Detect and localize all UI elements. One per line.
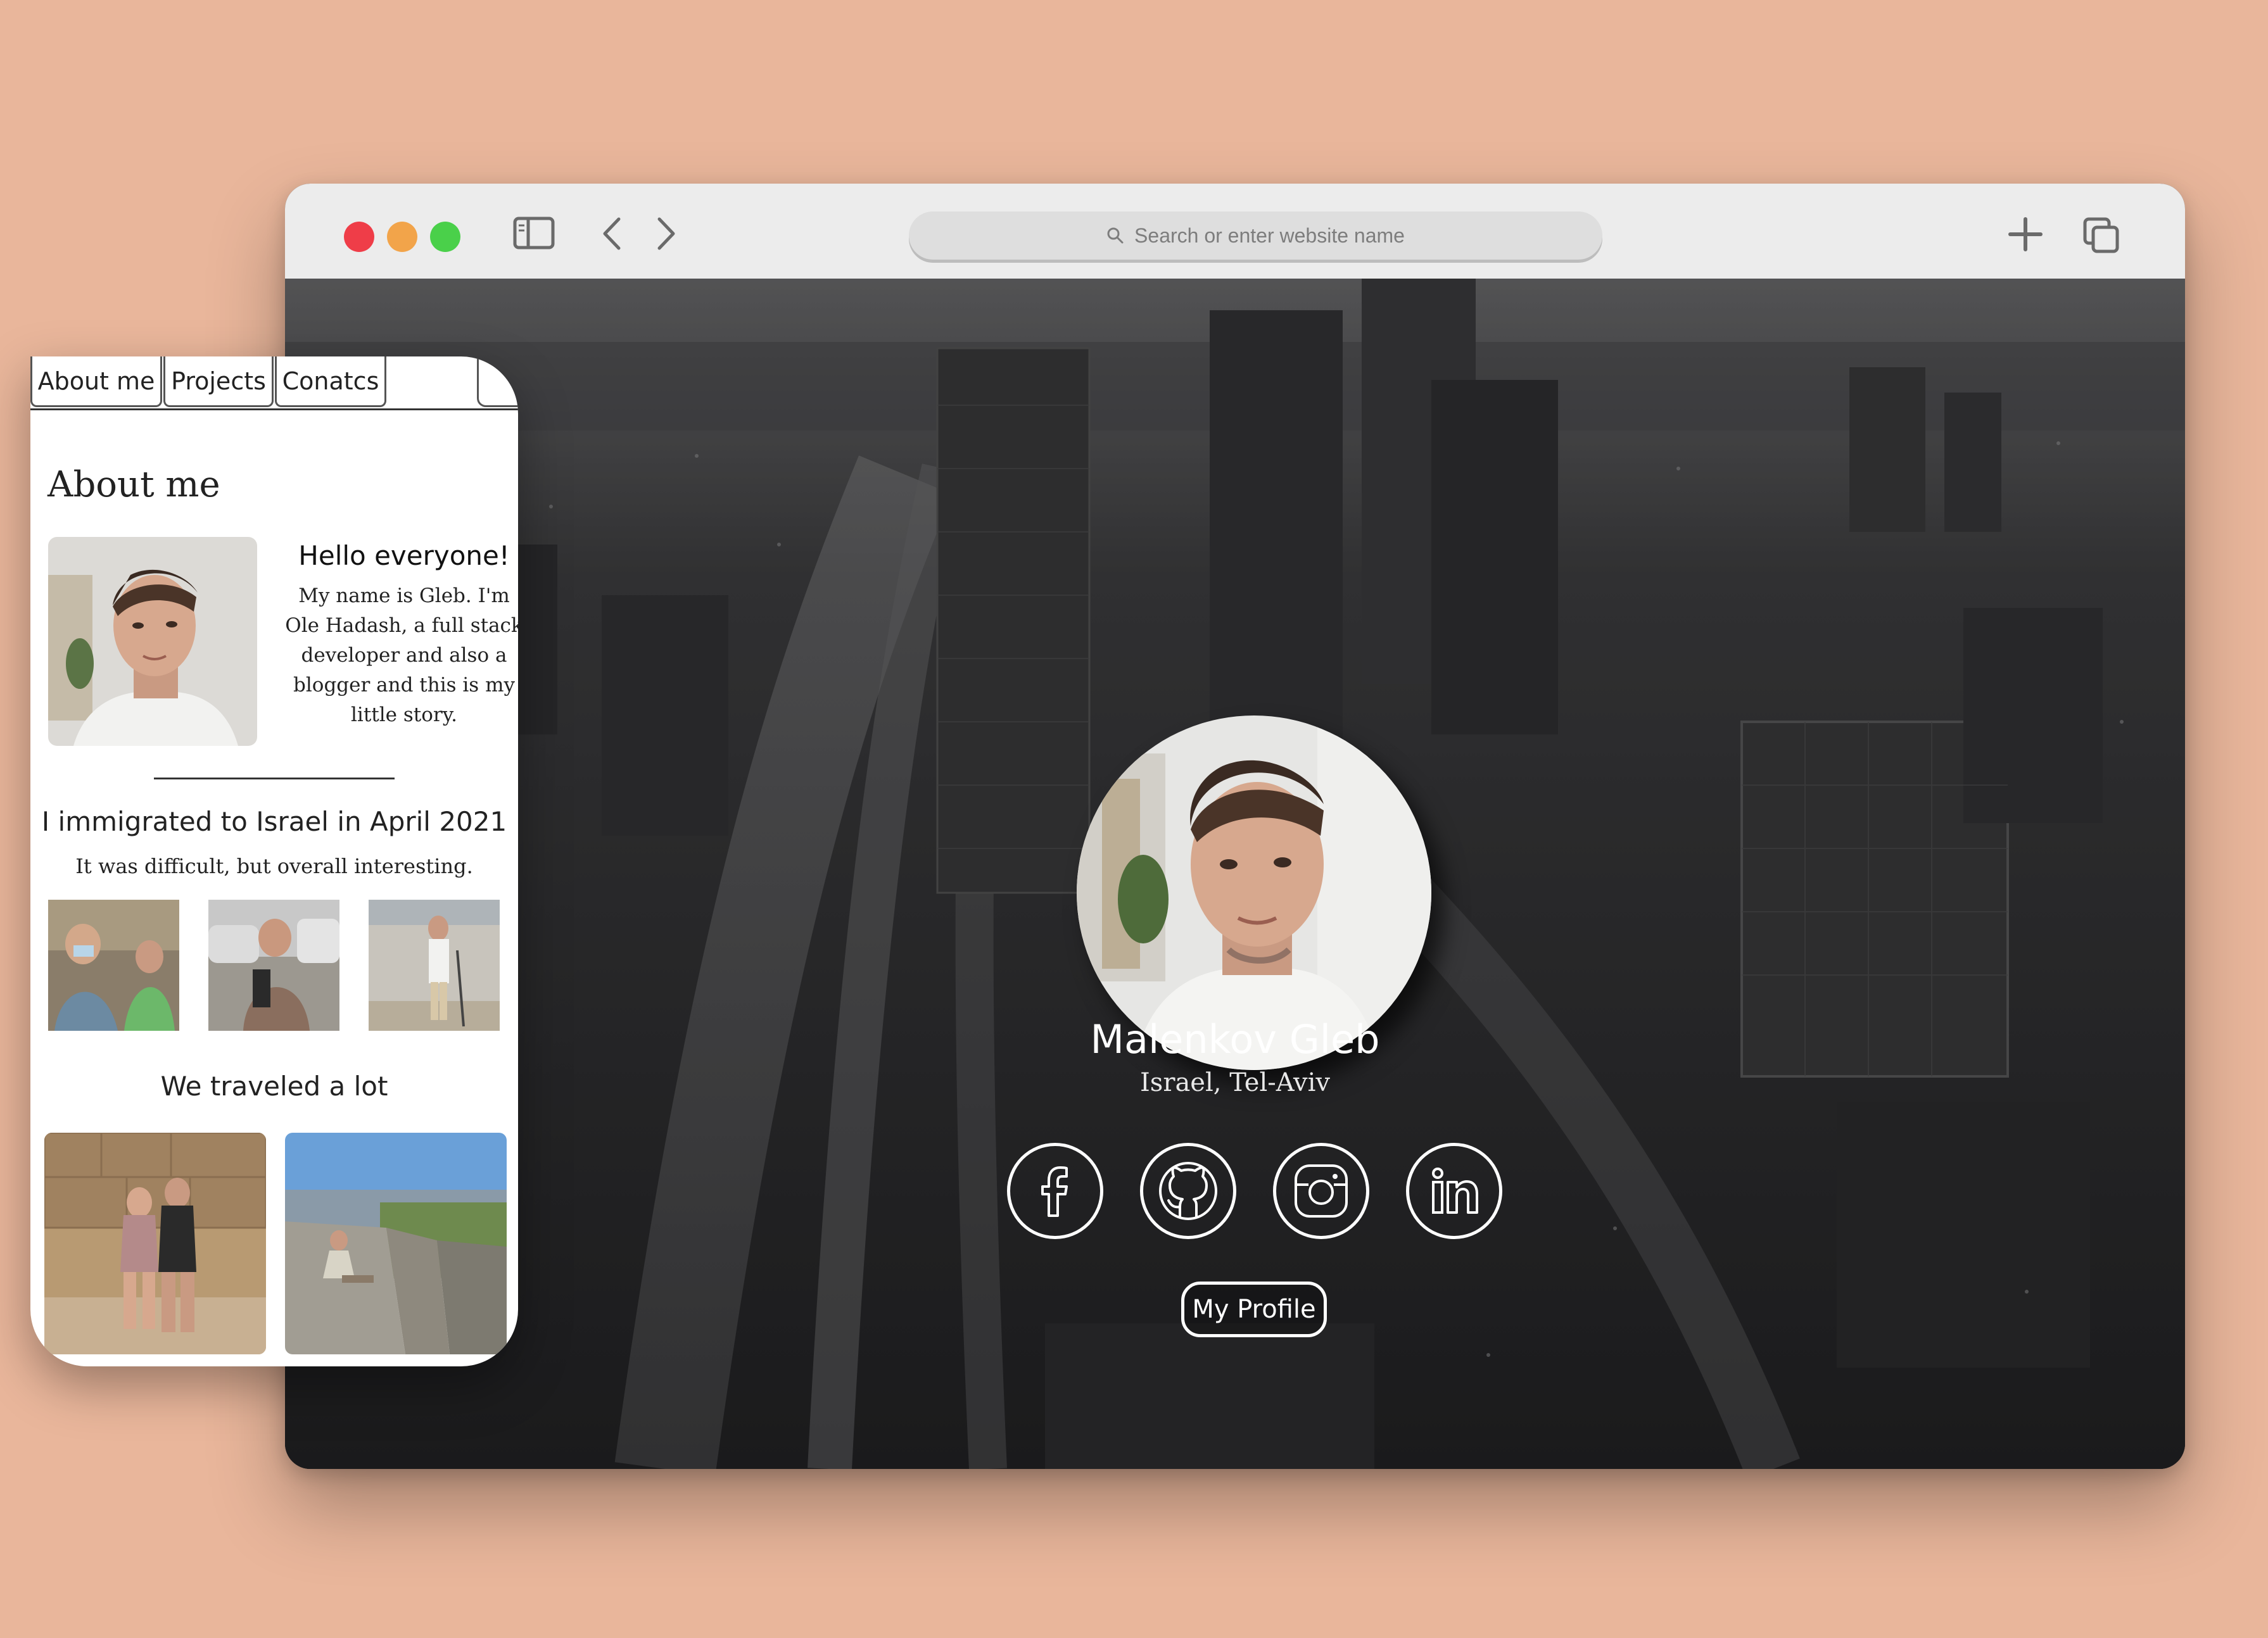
immigration-heading: I immigrated to Israel in April 2021: [41, 806, 507, 837]
gallery-image: [208, 900, 339, 1031]
forward-arrow-icon[interactable]: [656, 217, 678, 251]
my-profile-button[interactable]: My Profile: [1181, 1282, 1327, 1337]
travel-image: [285, 1133, 507, 1354]
github-button[interactable]: [1140, 1143, 1236, 1239]
browser-window: Search or enter website name Malenkov Gl…: [285, 184, 2185, 1469]
tab-about-me[interactable]: About me: [30, 356, 162, 407]
linkedin-icon: [1432, 1168, 1478, 1214]
tab-overview-icon[interactable]: [2082, 217, 2120, 255]
travel-heading: We traveled a lot: [160, 1071, 388, 1102]
back-arrow-icon[interactable]: [600, 217, 623, 251]
divider: [154, 778, 395, 779]
immigration-subtext: It was difficult, but overall interestin…: [75, 854, 473, 878]
gallery-image: [369, 900, 500, 1031]
profile-location: Israel, Tel-Aviv: [1140, 1068, 1330, 1097]
tab-projects[interactable]: Projects: [163, 356, 274, 407]
mobile-preview: About me Projects Conatcs About me Hello…: [30, 356, 518, 1366]
browser-toolbar: Search or enter website name: [285, 184, 2185, 280]
travel-image: [44, 1133, 266, 1354]
maximize-window-button[interactable]: [430, 222, 460, 252]
gallery-photo-1: [48, 900, 179, 1031]
close-window-button[interactable]: [344, 222, 374, 252]
travel-photo-1: [44, 1133, 266, 1354]
gallery-image: [48, 900, 179, 1031]
instagram-icon: [1295, 1164, 1348, 1218]
menu-toggle-button[interactable]: [477, 356, 518, 407]
gallery-photo-3: [369, 900, 500, 1031]
github-icon: [1159, 1162, 1217, 1220]
travel-photo-2: [285, 1133, 507, 1354]
about-photo: [48, 537, 257, 746]
page-title: About me: [48, 464, 220, 505]
tab-contacts[interactable]: Conatcs: [275, 356, 386, 407]
sidebar-icon[interactable]: [513, 217, 555, 249]
profile-name: Malenkov Gleb: [1090, 1016, 1380, 1062]
linkedin-button[interactable]: [1406, 1143, 1502, 1239]
gallery-photo-2: [208, 900, 339, 1031]
address-bar[interactable]: Search or enter website name: [909, 211, 1602, 260]
hero-section: Malenkov Gleb Israel, Tel-Aviv My Profil…: [285, 279, 2185, 1469]
address-bar-placeholder: Search or enter website name: [1134, 224, 1405, 247]
intro-text: My name is Gleb. I'm Ole Hadash, a full …: [285, 584, 518, 726]
facebook-button[interactable]: [1007, 1143, 1103, 1239]
selfie-image: [48, 537, 257, 746]
hello-heading: Hello everyone!: [298, 540, 510, 571]
mobile-nav-tabs: About me Projects Conatcs: [30, 356, 518, 410]
instagram-button[interactable]: [1273, 1143, 1369, 1239]
new-tab-plus-icon[interactable]: [2008, 217, 2043, 252]
facebook-icon: [1041, 1166, 1068, 1217]
minimize-window-button[interactable]: [387, 222, 417, 252]
search-icon: [1107, 227, 1124, 244]
